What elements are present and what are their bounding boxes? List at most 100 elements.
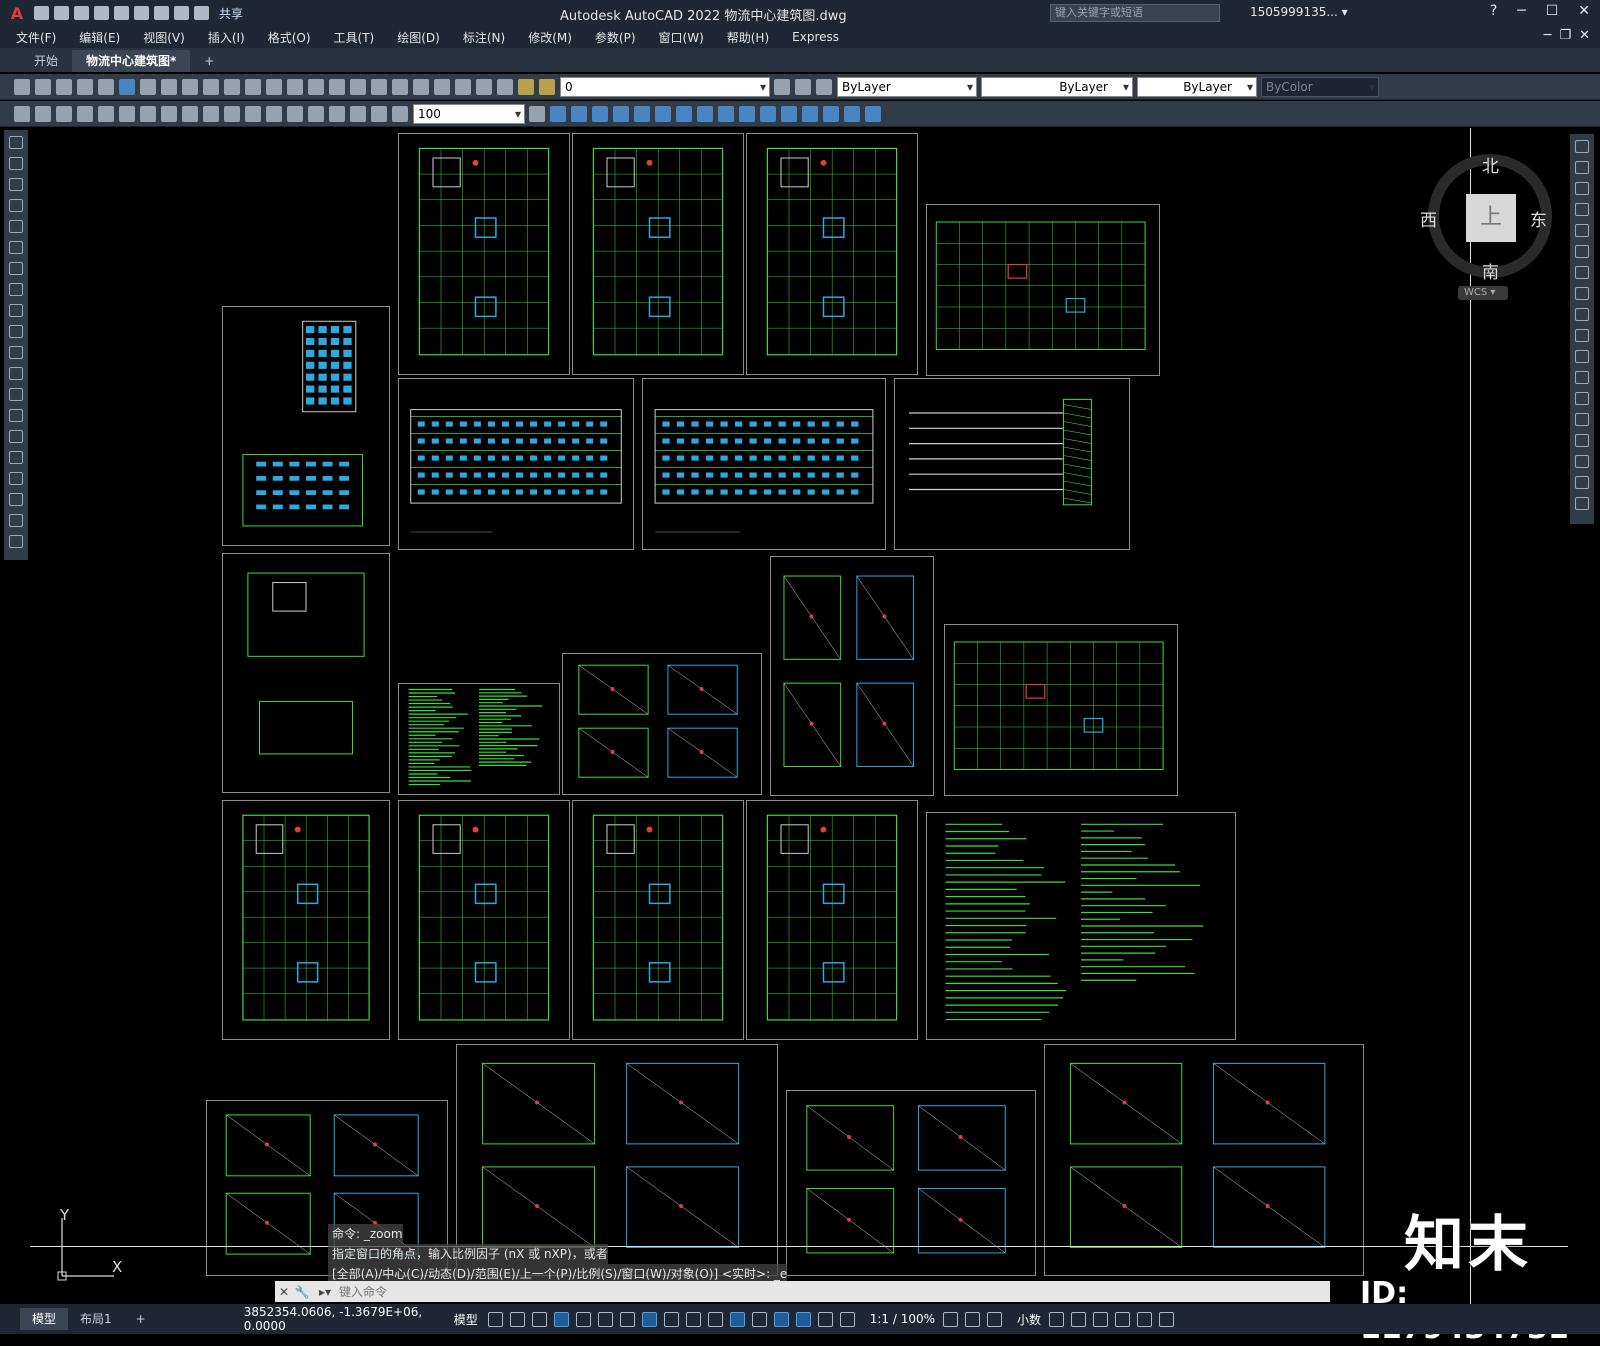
open-icon[interactable] <box>54 6 69 20</box>
blend-icon[interactable] <box>1575 476 1589 489</box>
menu-tools[interactable]: 工具(T) <box>334 29 375 46</box>
coordinates-readout[interactable]: 3852354.0606, -1.3679E+06, 0.0000 <box>244 1305 454 1333</box>
continue-icon[interactable] <box>224 105 240 122</box>
publish-icon[interactable] <box>119 78 135 95</box>
add-selected-icon[interactable] <box>9 535 23 548</box>
minimize-icon[interactable]: ─ <box>1517 3 1525 19</box>
drawing-sheet[interactable] <box>222 553 390 793</box>
angular-icon[interactable] <box>161 105 177 122</box>
object-snap-tracking-icon[interactable] <box>619 1311 635 1327</box>
drawing-sheet[interactable] <box>572 133 744 375</box>
menu-edit[interactable]: 编辑(E) <box>79 29 120 46</box>
spline-icon[interactable] <box>9 304 23 317</box>
point-icon[interactable] <box>9 409 23 422</box>
drawing-sheet[interactable] <box>222 306 390 546</box>
open-web-icon[interactable] <box>114 6 129 20</box>
new-tab-button[interactable]: + <box>190 50 228 72</box>
calculator-icon[interactable] <box>455 78 471 95</box>
drawing-sheet[interactable] <box>642 378 886 550</box>
compass-east[interactable]: 东 <box>1530 206 1547 231</box>
polygon-icon[interactable] <box>9 199 23 212</box>
break-icon[interactable] <box>1575 392 1589 405</box>
join-icon[interactable] <box>802 105 818 122</box>
tolerance-icon[interactable] <box>287 105 303 122</box>
user-account[interactable]: 1505999135... ▾ <box>1250 5 1348 19</box>
circle-icon[interactable] <box>9 262 23 275</box>
auto-scale-icon[interactable] <box>817 1311 833 1327</box>
center-mark-icon[interactable] <box>308 105 324 122</box>
recent-commands-icon[interactable]: ▸▾ <box>311 1285 339 1299</box>
help-icon[interactable] <box>476 78 492 95</box>
model-space-button[interactable]: 模型 <box>454 1311 478 1328</box>
command-input[interactable] <box>339 1284 1239 1299</box>
drawing-sheet[interactable] <box>770 556 934 796</box>
erase-icon[interactable] <box>1575 140 1589 153</box>
layer-state-icon[interactable] <box>816 78 832 95</box>
zoom-window-icon[interactable] <box>308 78 324 95</box>
design-center-icon[interactable] <box>371 78 387 95</box>
ordinate-icon[interactable] <box>77 105 93 122</box>
break-at-point-icon[interactable] <box>1575 371 1589 384</box>
selection-cycling-icon[interactable] <box>707 1311 723 1327</box>
clean-screen-icon[interactable] <box>1137 1311 1153 1327</box>
dim-edit-icon[interactable] <box>350 105 366 122</box>
scale-icon[interactable] <box>1575 287 1589 300</box>
color-dropdown[interactable]: ByLayer <box>837 76 977 97</box>
plot-icon[interactable] <box>154 6 169 20</box>
save-icon[interactable] <box>56 78 72 95</box>
drawing-sheet[interactable] <box>562 653 762 795</box>
units-readout[interactable]: 小数 <box>1017 1311 1041 1328</box>
drawing-sheet[interactable] <box>746 800 918 1040</box>
linetype-dropdown[interactable]: ByLayer <box>981 76 1133 97</box>
customize-icon[interactable]: 🔧 <box>293 1285 311 1299</box>
menu-parametric[interactable]: 参数(P) <box>595 29 636 46</box>
save-icon[interactable] <box>74 6 89 20</box>
drawing-sheet[interactable] <box>894 378 1130 550</box>
fillet-icon[interactable] <box>1575 455 1589 468</box>
customization-icon[interactable] <box>1159 1311 1175 1327</box>
save-web-icon[interactable] <box>134 6 149 20</box>
undo-icon[interactable] <box>174 6 189 20</box>
annotation-visibility-icon[interactable] <box>795 1311 811 1327</box>
erase-icon[interactable] <box>550 105 566 122</box>
drawing-sheet[interactable] <box>944 624 1178 796</box>
wcs-menu[interactable]: WCS ▾ <box>1458 286 1508 300</box>
markup-icon[interactable] <box>434 78 450 95</box>
new-icon[interactable] <box>14 78 30 95</box>
rectangle-icon[interactable] <box>9 220 23 233</box>
menu-draw[interactable]: 绘图(D) <box>397 29 440 46</box>
chamfer-icon[interactable] <box>1575 434 1589 447</box>
extend-icon[interactable] <box>760 105 776 122</box>
drawing-sheet[interactable] <box>926 204 1160 376</box>
extend-icon[interactable] <box>1575 350 1589 363</box>
mtext-icon[interactable] <box>9 514 23 527</box>
stretch-icon[interactable] <box>718 105 734 122</box>
jogged-icon[interactable] <box>119 105 135 122</box>
doc-minimize-icon[interactable]: ─ <box>1544 28 1552 43</box>
lock-ui-icon[interactable] <box>1071 1311 1087 1327</box>
move-icon[interactable] <box>655 105 671 122</box>
drawing-sheet[interactable] <box>572 800 744 1040</box>
paste-icon[interactable] <box>182 78 198 95</box>
annotation-monitor-icon[interactable] <box>965 1311 981 1327</box>
maximize-icon[interactable]: ☐ <box>1546 3 1559 19</box>
hardware-acceleration-icon[interactable] <box>1115 1311 1131 1327</box>
inspection-icon[interactable] <box>329 105 345 122</box>
insert-block-icon[interactable] <box>9 367 23 380</box>
drawing-sheet[interactable] <box>398 800 570 1040</box>
redo-icon[interactable] <box>194 6 209 20</box>
redo-icon[interactable] <box>245 78 261 95</box>
isolate-objects-icon[interactable] <box>1093 1311 1109 1327</box>
fillet-icon[interactable] <box>844 105 860 122</box>
join-icon[interactable] <box>1575 413 1589 426</box>
help-button[interactable]: ? <box>1490 3 1497 19</box>
polar-icon[interactable] <box>575 1311 591 1327</box>
open-icon[interactable] <box>35 78 51 95</box>
aligned-dim-icon[interactable] <box>35 105 51 122</box>
object-snap-icon[interactable] <box>641 1311 657 1327</box>
menu-insert[interactable]: 插入(I) <box>208 29 245 46</box>
selection-filter-icon[interactable] <box>773 1311 789 1327</box>
explode-icon[interactable] <box>865 105 881 122</box>
rotate-icon[interactable] <box>676 105 692 122</box>
doc-close-icon[interactable]: ✕ <box>1579 28 1590 43</box>
